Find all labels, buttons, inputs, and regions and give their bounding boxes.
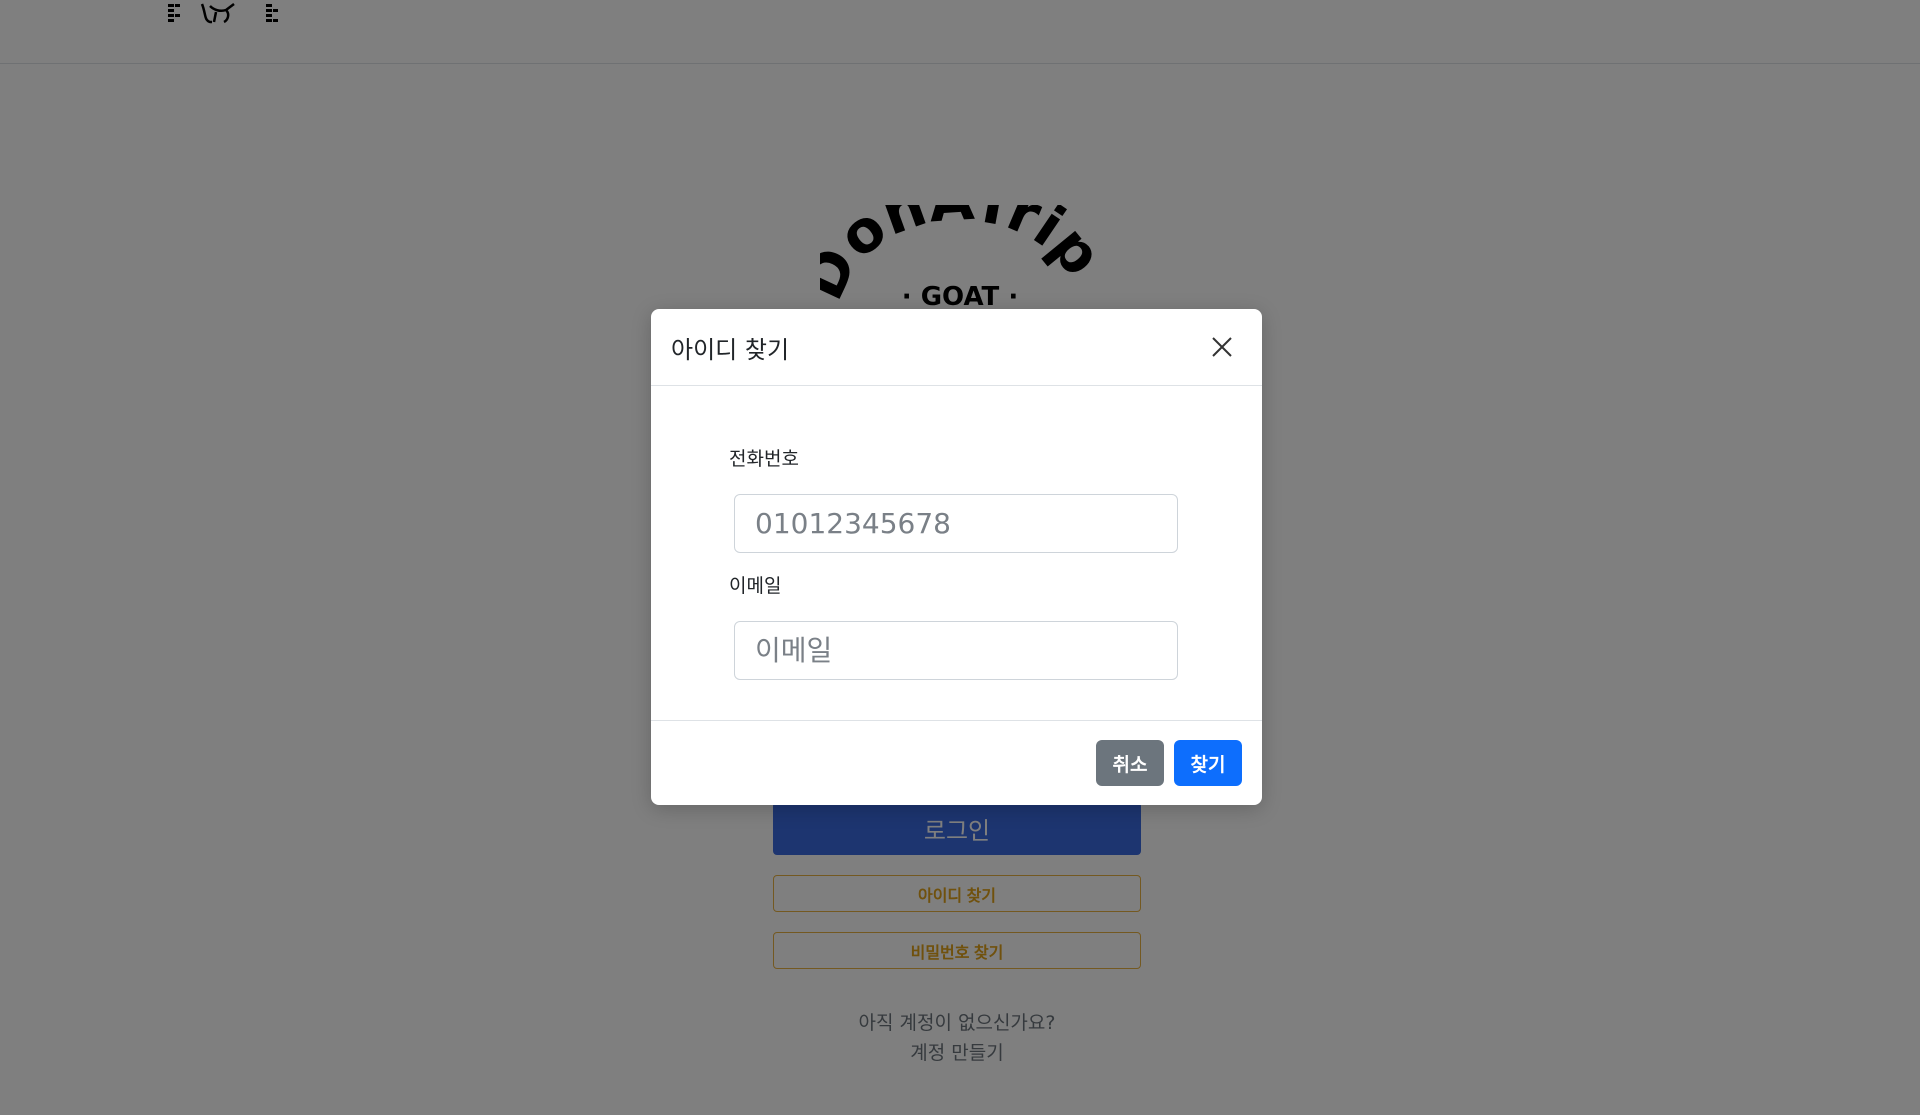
modal-footer: 취소 찾기	[651, 720, 1262, 805]
email-label: 이메일	[729, 575, 782, 597]
modal-body: 전화번호 이메일	[651, 386, 1262, 720]
find-id-modal: 아이디 찾기 전화번호 이메일 취소 찾기	[651, 309, 1262, 805]
close-icon	[1212, 337, 1232, 357]
find-button[interactable]: 찾기	[1174, 740, 1242, 786]
modal-header: 아이디 찾기	[651, 309, 1262, 386]
page: DonATrip · GOAT · 로그인 아이디 찾기 비밀번호 찾기 아직 …	[0, 0, 1920, 1115]
cancel-button[interactable]: 취소	[1096, 740, 1164, 786]
modal-title: 아이디 찾기	[671, 335, 790, 364]
phone-input[interactable]	[734, 494, 1178, 553]
close-button[interactable]	[1202, 327, 1242, 367]
phone-label: 전화번호	[729, 448, 799, 470]
email-input[interactable]	[734, 621, 1178, 680]
